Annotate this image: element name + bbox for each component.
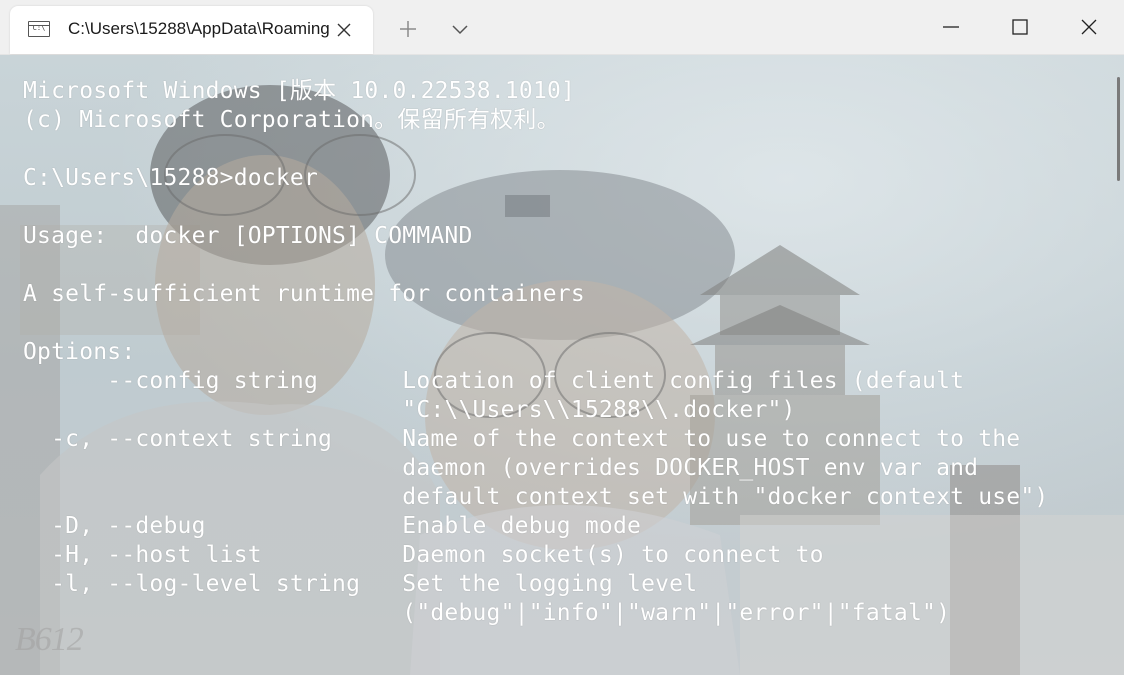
close-icon (337, 23, 351, 37)
scrollbar-thumb[interactable] (1117, 77, 1120, 181)
terminal-line: Microsoft Windows [版本 10.0.22538.1010] (23, 78, 576, 104)
terminal-line: default context set with "docker context… (23, 484, 1049, 510)
maximize-button[interactable] (986, 0, 1054, 54)
terminal-line: -D, --debug Enable debug mode (23, 513, 642, 539)
plus-icon (400, 21, 416, 37)
terminal-line: -H, --host list Daemon socket(s) to conn… (23, 542, 824, 568)
title-bar: C:\ C:\Users\15288\AppData\Roaming (0, 0, 1124, 55)
terminal-line: Usage: docker [OPTIONS] COMMAND (23, 223, 473, 249)
terminal-line: ("debug"|"info"|"warn"|"error"|"fatal") (23, 600, 951, 626)
tab-command-prompt[interactable]: C:\ C:\Users\15288\AppData\Roaming (10, 6, 373, 54)
terminal-output: Microsoft Windows [版本 10.0.22538.1010] (c… (23, 77, 1048, 628)
tab-dropdown-button[interactable] (442, 12, 478, 46)
terminal-line: -l, --log-level string Set the logging l… (23, 571, 698, 597)
minimize-button[interactable] (917, 0, 985, 54)
terminal-line: (c) Microsoft Corporation。保留所有权利。 (23, 107, 560, 133)
close-icon (1081, 19, 1097, 35)
terminal-window: C:\ C:\Users\15288\AppData\Roaming Micro… (0, 0, 1124, 675)
terminal-line: -c, --context string Name of the context… (23, 426, 1021, 452)
watermark-logo: B612 (15, 621, 84, 658)
terminal-line: daemon (overrides DOCKER_HOST env var an… (23, 455, 979, 481)
cmd-icon: C:\ (28, 21, 50, 37)
tab-title: C:\Users\15288\AppData\Roaming (68, 19, 330, 38)
terminal-line: "C:\\Users\\15288\\.docker") (23, 397, 796, 423)
terminal-panel[interactable]: Microsoft Windows [版本 10.0.22538.1010] (c… (0, 55, 1124, 675)
maximize-icon (1012, 19, 1028, 35)
new-tab-button[interactable] (390, 12, 426, 46)
terminal-line: --config string Location of client confi… (23, 368, 965, 394)
terminal-line: C:\Users\15288>docker (23, 165, 318, 191)
terminal-line: Options: (23, 339, 136, 365)
minimize-icon (943, 26, 959, 28)
tab-close-button[interactable] (332, 18, 356, 42)
window-close-button[interactable] (1055, 0, 1123, 54)
terminal-line: A self-sufficient runtime for containers (23, 281, 585, 307)
chevron-down-icon (452, 25, 468, 35)
